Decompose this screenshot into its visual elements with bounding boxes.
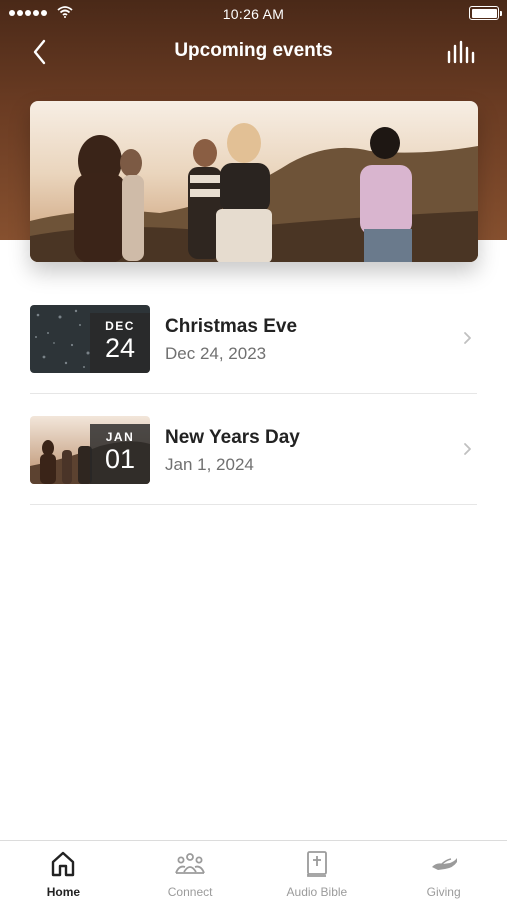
tab-audio-bible[interactable]: Audio Bible	[254, 841, 381, 900]
event-month: JAN	[105, 430, 135, 444]
tab-home[interactable]: Home	[0, 841, 127, 900]
tab-connect[interactable]: Connect	[127, 841, 254, 900]
event-thumbnail: DEC 24	[30, 305, 150, 373]
date-badge: DEC 24	[90, 313, 150, 373]
status-bar: 10:26 AM	[0, 0, 507, 26]
battery-icon	[469, 6, 502, 20]
chevron-right-icon	[464, 332, 471, 344]
tab-label: Audio Bible	[286, 885, 348, 899]
date-badge: JAN 01	[90, 424, 150, 484]
chevron-right-icon	[464, 443, 471, 455]
audio-bars-button[interactable]	[445, 40, 479, 68]
tab-giving[interactable]: Giving	[380, 841, 507, 900]
people-icon	[175, 853, 205, 874]
hero-image	[30, 101, 478, 262]
tab-label: Connect	[167, 885, 213, 899]
event-month: DEC	[105, 319, 135, 333]
tab-label: Home	[46, 885, 81, 899]
event-day: 01	[104, 444, 136, 474]
bible-icon	[306, 851, 327, 877]
audio-bars-icon	[447, 40, 475, 64]
event-day: 24	[104, 333, 136, 363]
event-date: Jan 1, 2024	[165, 455, 254, 474]
event-title: New Years Day	[165, 427, 300, 448]
event-row-new-years-day[interactable]: JAN 01 New Years Day Jan 1, 2024	[30, 394, 477, 505]
home-icon	[52, 851, 75, 877]
giving-hand-icon	[431, 858, 457, 870]
event-thumbnail: JAN 01	[30, 416, 150, 484]
tab-bar: Home Connect Audio Bible Giving	[0, 840, 507, 900]
event-list: DEC 24 Christmas Eve Dec 24, 2023 JAN 01…	[30, 283, 477, 505]
page-title: Upcoming events	[174, 40, 333, 61]
status-time: 10:26 AM	[222, 6, 285, 22]
event-title: Christmas Eve	[165, 316, 298, 337]
tab-label: Giving	[426, 885, 461, 899]
event-row-christmas-eve[interactable]: DEC 24 Christmas Eve Dec 24, 2023	[30, 283, 477, 394]
event-date: Dec 24, 2023	[165, 344, 267, 363]
